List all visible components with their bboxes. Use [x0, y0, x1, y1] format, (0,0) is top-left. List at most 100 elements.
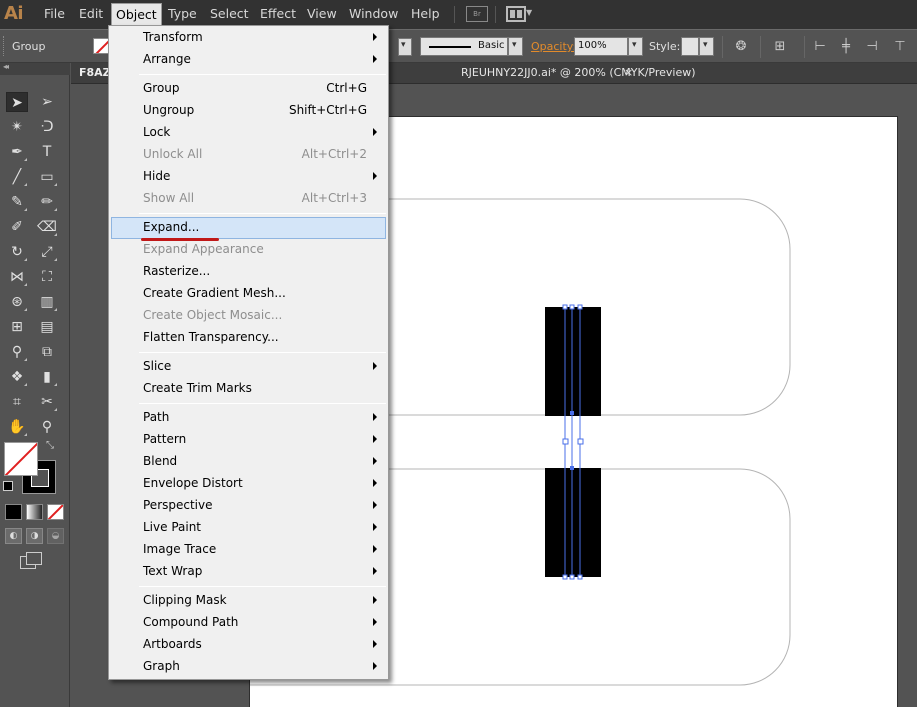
menu-item-graph[interactable]: Graph [111, 656, 386, 678]
menu-help[interactable]: Help [411, 6, 440, 21]
recolor-artwork-icon[interactable]: ❂ [733, 39, 749, 55]
menu-item-pattern[interactable]: Pattern [111, 429, 386, 451]
pen-tool-icon[interactable]: ✒ [6, 142, 28, 162]
rotate-tool-icon[interactable]: ↻ [6, 242, 28, 262]
lasso-tool-icon[interactable]: ᑝ [36, 117, 58, 137]
control-divider [760, 36, 761, 58]
shape-builder-tool-icon[interactable]: ⊛ [6, 292, 28, 312]
menu-file[interactable]: File [44, 6, 65, 21]
menu-item-image-trace[interactable]: Image Trace [111, 539, 386, 561]
menu-item-live-paint[interactable]: Live Paint [111, 517, 386, 539]
menu-item-slice[interactable]: Slice [111, 356, 386, 378]
menu-item-path[interactable]: Path [111, 407, 386, 429]
menu-item-ungroup[interactable]: Ungroup Shift+Ctrl+G [111, 100, 386, 122]
bridge-button[interactable]: Br [466, 6, 488, 22]
opacity-field[interactable]: 100% [574, 37, 628, 56]
opacity-dropdown-caret[interactable] [628, 37, 643, 56]
menu-window[interactable]: Window [349, 6, 398, 21]
menu-item-transform[interactable]: Transform [111, 27, 386, 49]
screen-mode-icon[interactable] [20, 552, 42, 569]
default-fill-stroke-icon[interactable] [3, 481, 13, 491]
column-graph-tool-icon[interactable]: ▮ [36, 367, 58, 387]
align-left-icon[interactable]: ⊢ [812, 39, 828, 55]
opacity-link[interactable]: Opacity: [531, 40, 576, 53]
menu-effect[interactable]: Effect [260, 6, 296, 21]
line-segment-tool-icon[interactable]: ╱ [6, 167, 28, 187]
menu-type[interactable]: Type [168, 6, 197, 21]
menu-item-create-object-mosaic[interactable]: Create Object Mosaic... [111, 305, 386, 327]
menu-item-expand-appearance[interactable]: Expand Appearance [111, 239, 386, 261]
menu-item-blend[interactable]: Blend [111, 451, 386, 473]
menu-item-group[interactable]: Group Ctrl+G [111, 78, 386, 100]
menu-select[interactable]: Select [210, 6, 249, 21]
menu-item-perspective[interactable]: Perspective [111, 495, 386, 517]
none-mode-button[interactable] [47, 504, 64, 520]
menu-item-show-all[interactable]: Show All Alt+Ctrl+3 [111, 188, 386, 210]
menu-item-create-trim-marks[interactable]: Create Trim Marks [111, 378, 386, 400]
gradient-mode-button[interactable] [26, 504, 43, 520]
paintbrush-tool-icon[interactable]: ✎ [6, 192, 28, 212]
hand-tool-icon[interactable]: ✋ [6, 417, 28, 437]
symbol-sprayer-tool-icon[interactable]: ❖ [6, 367, 28, 387]
free-transform-tool-icon[interactable]: ⛶ [36, 267, 58, 287]
chevron-down-icon[interactable]: ▼ [526, 8, 532, 17]
draw-normal-icon[interactable]: ◐ [5, 528, 22, 544]
menu-item-clipping-mask[interactable]: Clipping Mask [111, 590, 386, 612]
eyedropper-tool-icon[interactable]: ⚲ [6, 342, 28, 362]
menu-item-hide[interactable]: Hide [111, 166, 386, 188]
width-tool-icon[interactable]: ⋈ [6, 267, 28, 287]
selection-tool-icon[interactable]: ➤ [6, 92, 28, 112]
align-top-icon[interactable]: ⊤ [892, 39, 908, 55]
submenu-arrow-icon [373, 362, 377, 370]
menu-item-rasterize[interactable]: Rasterize... [111, 261, 386, 283]
tools-panel-header[interactable] [0, 62, 70, 75]
eraser-tool-icon[interactable]: ⌫ [36, 217, 58, 237]
menu-item-envelope-distort[interactable]: Envelope Distort [111, 473, 386, 495]
menu-item-create-gradient-mesh[interactable]: Create Gradient Mesh... [111, 283, 386, 305]
menu-item-flatten-transparency[interactable]: Flatten Transparency... [111, 327, 386, 349]
mesh-tool-icon[interactable]: ⊞ [6, 317, 28, 337]
menu-object[interactable]: Object [111, 3, 162, 27]
zoom-tool-icon[interactable]: ⚲ [36, 417, 58, 437]
color-mode-button[interactable] [5, 504, 22, 520]
transform-reference-icon[interactable]: ⊞ [772, 39, 788, 55]
panel-grip-icon[interactable] [3, 36, 6, 56]
document-tab-active[interactable]: RJEUHNY22JJ0.ai* @ 200% (CMYK/Preview) [461, 66, 696, 79]
menu-edit[interactable]: Edit [79, 6, 103, 21]
align-right-icon[interactable]: ⊣ [864, 39, 880, 55]
menu-item-text-wrap[interactable]: Text Wrap [111, 561, 386, 583]
close-icon[interactable]: × [624, 66, 633, 79]
blend-tool-icon[interactable]: ⧉ [36, 342, 58, 362]
menu-item-unlock-all[interactable]: Unlock All Alt+Ctrl+2 [111, 144, 386, 166]
draw-behind-icon[interactable]: ◑ [26, 528, 43, 544]
fill-swatch[interactable] [4, 442, 38, 476]
perspective-grid-tool-icon[interactable]: ▥ [36, 292, 58, 312]
arrange-documents-icon[interactable] [506, 6, 526, 22]
graphic-style-swatch[interactable] [681, 37, 699, 56]
menu-item-compound-path[interactable]: Compound Path [111, 612, 386, 634]
menu-item-arrange[interactable]: Arrange [111, 49, 386, 71]
slice-tool-icon[interactable]: ✂ [36, 392, 58, 412]
menu-view[interactable]: View [307, 6, 337, 21]
menu-item-artboards[interactable]: Artboards [111, 634, 386, 656]
brush-definition-dropdown[interactable]: Basic [420, 37, 508, 56]
blob-brush-tool-icon[interactable]: ✐ [6, 217, 28, 237]
align-horizontal-center-icon[interactable]: ╪ [838, 39, 854, 55]
type-tool-icon[interactable]: T [36, 142, 58, 162]
draw-inside-icon[interactable]: ◒ [47, 528, 64, 544]
rectangle-tool-icon[interactable]: ▭ [36, 167, 58, 187]
menu-item-expand[interactable]: Expand... [111, 217, 386, 239]
direct-selection-tool-icon[interactable]: ➢ [36, 92, 58, 112]
menu-item-lock[interactable]: Lock [111, 122, 386, 144]
gradient-tool-icon[interactable]: ▤ [36, 317, 58, 337]
pencil-tool-icon[interactable]: ✏ [36, 192, 58, 212]
swap-fill-stroke-icon[interactable]: ⤡ [46, 440, 54, 451]
magic-wand-tool-icon[interactable]: ✴ [6, 117, 28, 137]
artboard-tool-icon[interactable]: ⌗ [6, 392, 28, 412]
fill-color-swatch[interactable] [93, 38, 109, 54]
style-dropdown-caret[interactable] [699, 37, 714, 56]
document-tab-previous[interactable]: F8AZ [79, 66, 111, 79]
brush-dropdown-caret[interactable] [508, 37, 523, 56]
stroke-weight-dropdown[interactable] [398, 38, 412, 56]
scale-tool-icon[interactable]: ⤢ [36, 242, 58, 262]
